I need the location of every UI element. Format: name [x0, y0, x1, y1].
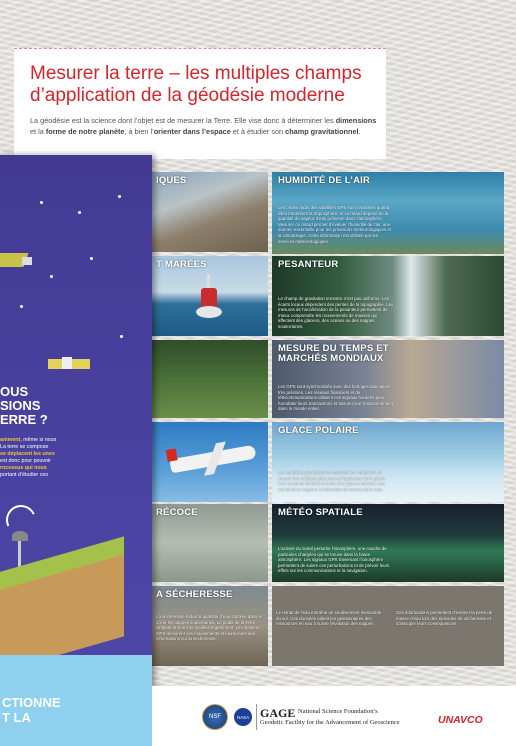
- card-space-weather: MÉTÉO SPATIALE L’activité du Soleil pert…: [272, 504, 504, 582]
- card-label: A SÉCHERESSE: [156, 589, 233, 600]
- poster-body-bold: rocessus qui nous: [0, 465, 47, 471]
- intro-part: et la: [30, 127, 46, 136]
- card-image-forest: [150, 340, 268, 418]
- card-text: Les ondes radio des satellites GPS sont …: [278, 205, 392, 244]
- card-label: RÉCOCE: [156, 507, 198, 518]
- card-text: La sécheresse réduit la quantité d’eau s…: [156, 614, 262, 642]
- card-airplane: [150, 422, 268, 502]
- satellite-icon: [0, 251, 36, 269]
- poster-bottom-line: T LA: [2, 710, 31, 725]
- intro-part: La géodésie est la science dont l’objet …: [30, 116, 336, 125]
- nsf-logo: NSF: [202, 704, 228, 730]
- card-text: Le champ de gravitation terrestre n’est …: [278, 296, 394, 329]
- card-title: MESURE DU TEMPS ET MARCHÉS MONDIAUX: [278, 343, 389, 364]
- poster-body-part: portant d’étudier ces: [0, 472, 48, 478]
- poster-heading-line: OUS: [0, 384, 29, 399]
- poster-heading-line: ERRE ?: [0, 412, 48, 427]
- card-title: HUMIDITÉ DE L’AIR: [278, 175, 371, 186]
- poster-body-bold: se déplacent les unes: [0, 451, 55, 457]
- card-title: MÉTÉO SPATIALE: [278, 507, 363, 518]
- card-ice: GLACE POLAIRE Les satellites géodésiques…: [272, 422, 504, 502]
- poster-bottom-line: CTIONNE: [2, 695, 61, 710]
- page-title: Mesurer la terre – les multiples champs …: [30, 63, 362, 106]
- poster-body-part: est donc pour pouvoir: [0, 458, 51, 464]
- intro-part: .: [358, 127, 361, 136]
- card-time: MESURE DU TEMPS ET MARCHÉS MONDIAUX Les …: [272, 340, 504, 418]
- card-text: L’activité du Soleil perturbe l’ionosphè…: [278, 546, 390, 574]
- card-text: Ces informations permettent d’estimer la…: [396, 610, 493, 627]
- intro-bold: champ gravitationnel: [285, 127, 359, 136]
- gage-line1: National Science Foundation’s: [298, 708, 378, 715]
- header-card: Mesurer la terre – les multiples champs …: [14, 48, 386, 159]
- buoy-icon: [196, 274, 222, 322]
- card-tides: T MARÉES: [150, 256, 268, 336]
- intro-bold: dimensions: [335, 116, 377, 125]
- card-humidity: HUMIDITÉ DE L’AIR Les ondes radio des sa…: [272, 172, 504, 254]
- ground-block-illustration: [0, 536, 134, 674]
- poster-body-part: , même si nous: [20, 437, 57, 443]
- footer-logos: NSF NASA GAGE National Science Foundatio…: [152, 686, 516, 746]
- gage-logo: GAGE National Science Foundation’s Geode…: [260, 704, 460, 730]
- intro-bold: forme de notre planète: [45, 127, 125, 136]
- card-drought: A SÉCHERESSE La sécheresse réduit la qua…: [150, 586, 268, 666]
- card-title: GLACE POLAIRE: [278, 425, 359, 436]
- nasa-logo: NASA: [234, 708, 252, 726]
- intro-part: , à bien l’: [124, 127, 154, 136]
- star-icon: [78, 211, 81, 214]
- unavco-logo: UNAVCO: [438, 714, 483, 726]
- card-gravity: PESANTEUR Le champ de gravitation terres…: [272, 256, 504, 336]
- poster-heading-line: SIONS: [0, 398, 41, 413]
- card-text: Les satellites géodésiques mesurent les …: [278, 470, 387, 492]
- poster-bottom-heading: CTIONNE T LA: [2, 695, 61, 725]
- card-label: T MARÉES: [156, 259, 207, 270]
- card-image-landscape: IQUES: [150, 172, 268, 252]
- star-icon: [90, 257, 93, 260]
- nsf-label: NSF: [209, 714, 221, 720]
- nasa-label: NASA: [236, 714, 250, 720]
- star-icon: [40, 201, 43, 204]
- gage-line2: Geodetic Facility for the Advancement of…: [260, 719, 400, 726]
- card-text: Les GPS sont synchronisés avec des horlo…: [278, 384, 393, 412]
- star-icon: [118, 195, 121, 198]
- footer-divider: [256, 704, 257, 730]
- card-title: PESANTEUR: [278, 259, 339, 270]
- intro-text: La géodésie est la science dont l’objet …: [30, 115, 382, 137]
- card-text: Le retrait de l’eau entraîne un soulèvem…: [276, 610, 382, 627]
- airplane-icon: [165, 441, 257, 476]
- card-label: IQUES: [156, 175, 187, 186]
- poster-body: amment, même si nous La terre se compose…: [0, 437, 86, 479]
- poster-heading: OUS SIONS ERRE ?: [0, 385, 48, 427]
- star-icon: [20, 305, 23, 308]
- intro-bold: orienter dans l’espace: [153, 127, 231, 136]
- poster-body-bold: amment: [0, 437, 21, 443]
- unavco-label: UNAVCO: [438, 714, 483, 726]
- poster-body-part: La terre se compose: [0, 444, 49, 450]
- satellite-icon: [48, 351, 98, 375]
- star-icon: [120, 335, 123, 338]
- star-icon: [50, 275, 53, 278]
- card-drought-text: Le retrait de l’eau entraîne un soulèvem…: [272, 586, 504, 666]
- left-poster: OUS SIONS ERRE ? amment, même si nous La…: [0, 155, 152, 746]
- card-early-warning: RÉCOCE: [150, 504, 268, 582]
- intro-part: et à étudier son: [230, 127, 286, 136]
